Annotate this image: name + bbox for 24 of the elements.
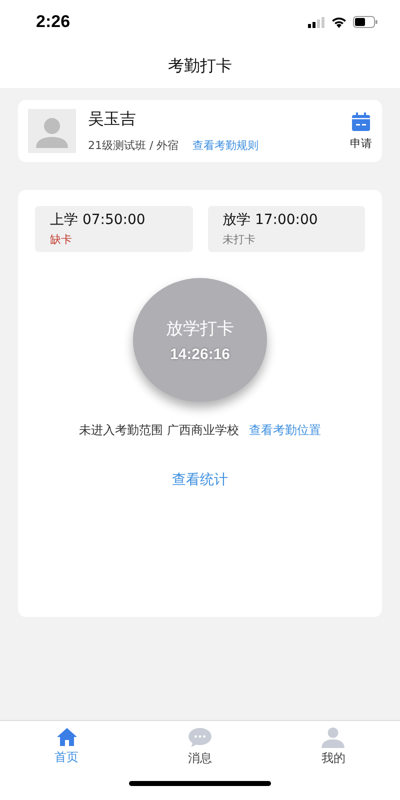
slot-time: 上学 07:50:00 bbox=[50, 211, 146, 229]
tab-item[interactable]: 我的 bbox=[266, 721, 400, 767]
status-time: 2:26 bbox=[36, 12, 70, 32]
location-message: 未进入考勤范围 广西商业学校 bbox=[79, 422, 239, 439]
location-link[interactable]: 查看考勤位置 bbox=[248, 422, 321, 439]
wifi-icon bbox=[331, 16, 347, 28]
person-icon bbox=[320, 727, 346, 748]
page-title: 考勤打卡 bbox=[168, 56, 232, 76]
tab-item[interactable]: 消息 bbox=[133, 721, 267, 767]
apply-button[interactable]: 申请 bbox=[350, 112, 372, 150]
battery-icon bbox=[353, 16, 378, 28]
chat-bubble-icon bbox=[186, 727, 213, 748]
rules-link[interactable]: 查看考勤规则 bbox=[192, 138, 259, 153]
slot-time: 放学 17:00:00 bbox=[222, 211, 319, 229]
signal-icon bbox=[308, 16, 325, 28]
home-icon bbox=[56, 727, 78, 747]
statistics-link[interactable]: 查看统计 bbox=[172, 471, 228, 489]
slot-status: 缺卡 bbox=[50, 232, 73, 247]
avatar-icon bbox=[28, 109, 76, 153]
calendar-icon bbox=[351, 112, 371, 132]
student-name: 吴玉吉 bbox=[88, 109, 137, 130]
slot-status: 未打卡 bbox=[222, 232, 256, 247]
tab-item[interactable]: 首页 bbox=[0, 721, 134, 767]
class-info: 21级测试班 / 外宿 bbox=[88, 138, 179, 153]
